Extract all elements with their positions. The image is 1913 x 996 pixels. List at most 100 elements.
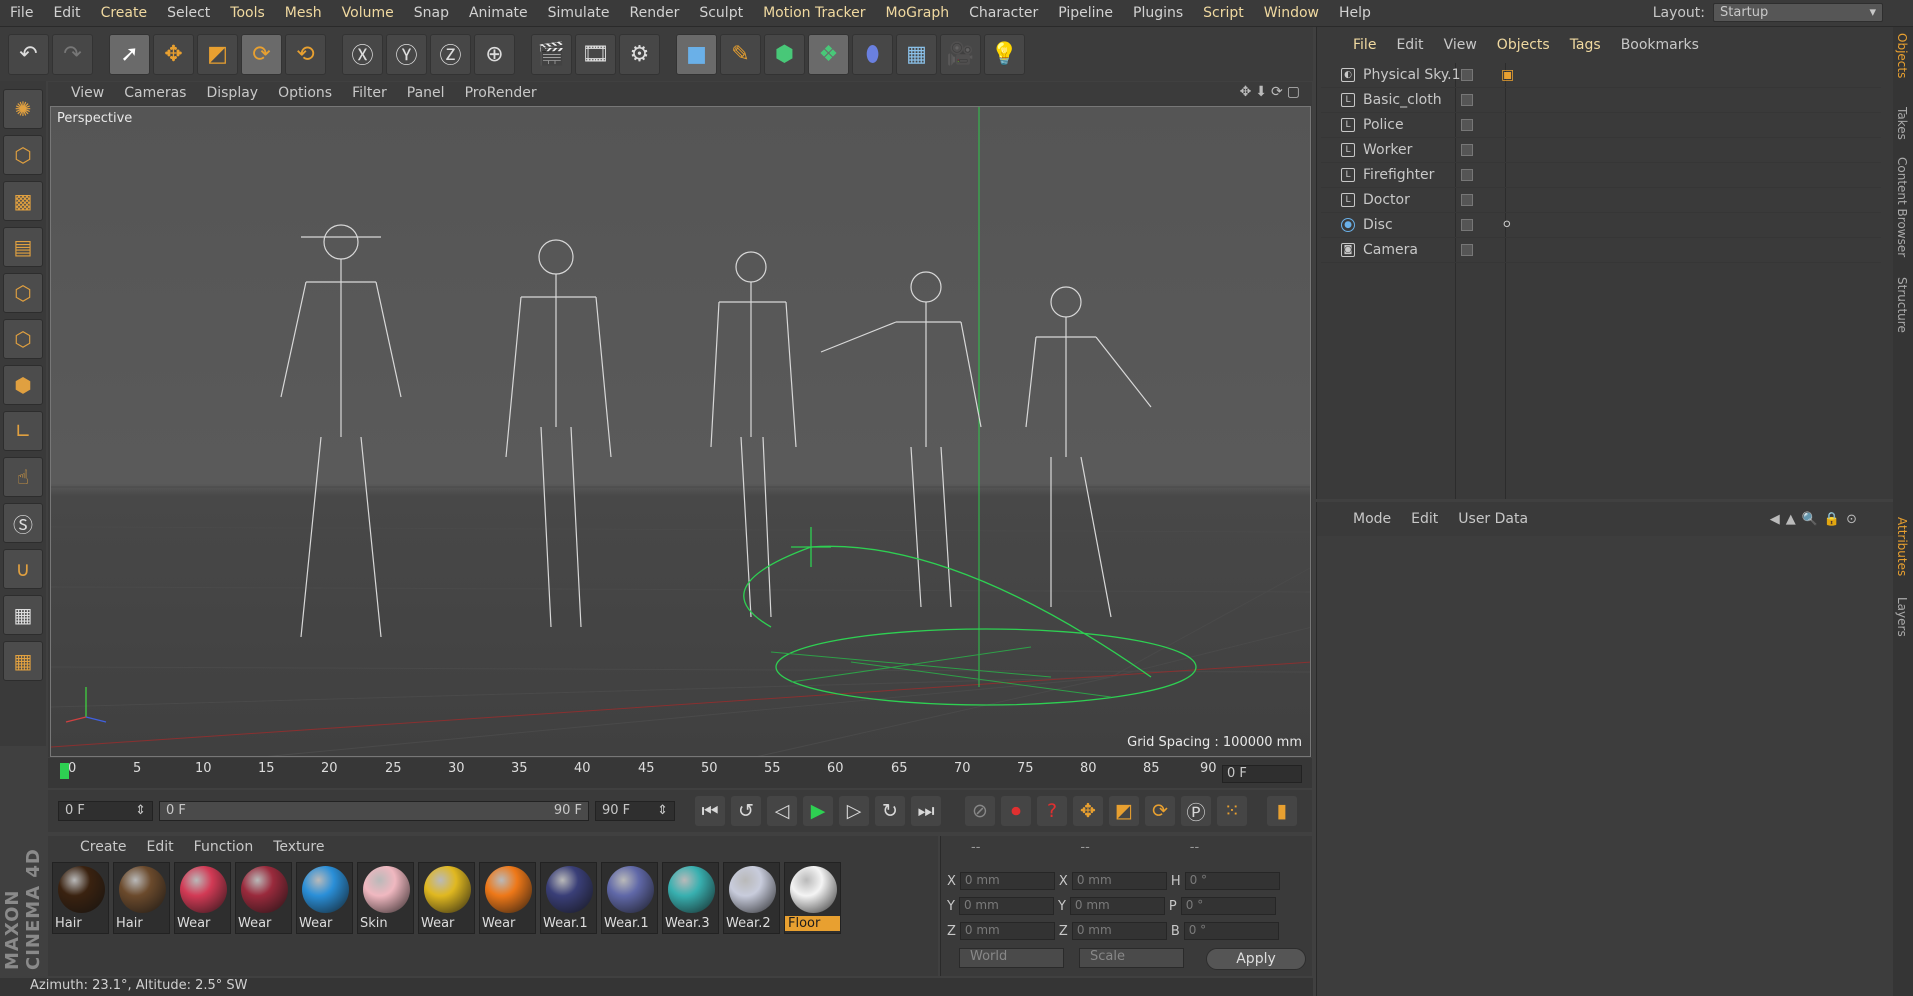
record-active-objects-button[interactable]: ⊘	[965, 796, 995, 826]
layer-toggle[interactable]	[1461, 69, 1473, 81]
objects-menu-view[interactable]: View	[1436, 37, 1485, 53]
menu-mograph[interactable]: MoGraph	[876, 5, 960, 21]
move-button[interactable]: ✥	[153, 33, 194, 75]
object-row-camera[interactable]: ◙ Camera	[1321, 238, 1881, 263]
material-swatch[interactable]: Wear	[296, 862, 353, 934]
layer-toggle[interactable]	[1461, 119, 1473, 131]
material-swatch[interactable]: Wear.1	[540, 862, 597, 934]
object-row-disc[interactable]: ● Disc ⚪	[1321, 213, 1881, 238]
pen-button[interactable]: ✎	[720, 33, 761, 75]
attribute-menu-mode[interactable]: Mode	[1345, 511, 1399, 527]
polygons-mode-button[interactable]: ⬢	[3, 365, 43, 405]
menu-plugins[interactable]: Plugins	[1123, 5, 1193, 21]
viewport-menu-view[interactable]: View	[62, 85, 113, 101]
autokeying-button[interactable]: ⏺	[1001, 796, 1031, 826]
start-frame-field[interactable]: 0 F ⇕	[58, 801, 153, 821]
planar-workplane-button[interactable]: ▦	[3, 641, 43, 681]
keyframe-selection-button[interactable]: ?	[1037, 796, 1067, 826]
layer-toggle[interactable]	[1461, 244, 1473, 256]
menu-select[interactable]: Select	[157, 5, 220, 21]
viewport-menu-display[interactable]: Display	[197, 85, 267, 101]
world-dropdown[interactable]: World	[959, 948, 1064, 968]
frame-range-slider[interactable]: 0 F 90 F	[159, 801, 589, 821]
points-mode-button[interactable]: ⬡	[3, 273, 43, 313]
layer-toggle[interactable]	[1461, 169, 1473, 181]
position-z-field[interactable]: 0 mm	[959, 922, 1055, 940]
key-parameter-button[interactable]: Ⓟ	[1181, 796, 1211, 826]
tweak-button[interactable]: ☝	[3, 457, 43, 497]
current-frame-field[interactable]: 0 F	[1222, 765, 1302, 783]
tab-structure[interactable]: Structure	[1895, 277, 1909, 333]
layer-toggle[interactable]	[1461, 94, 1473, 106]
menu-pipeline[interactable]: Pipeline	[1048, 5, 1123, 21]
enable-axis-button[interactable]: ∟	[3, 411, 43, 451]
size-x-field[interactable]: 0 mm	[1071, 872, 1167, 890]
menu-tools[interactable]: Tools	[220, 5, 275, 21]
tab-layers[interactable]: Layers	[1895, 597, 1909, 637]
layout-dropdown[interactable]: Startup ▾	[1713, 3, 1883, 22]
menu-script[interactable]: Script	[1193, 5, 1254, 21]
layer-toggle[interactable]	[1461, 144, 1473, 156]
viewport-menu-filter[interactable]: Filter	[343, 85, 396, 101]
next-frame-button[interactable]: ▷	[839, 796, 869, 826]
material-swatch[interactable]: Wear.1	[601, 862, 658, 934]
y-axis-button[interactable]: Ⓨ	[386, 33, 427, 75]
menu-volume[interactable]: Volume	[332, 5, 404, 21]
viewport-3d[interactable]: Perspective Grid Spacing : 100000 mm	[50, 106, 1311, 757]
menu-sculpt[interactable]: Sculpt	[689, 5, 753, 21]
material-swatch[interactable]: Skin	[357, 862, 414, 934]
make-editable-button[interactable]: ✺	[3, 89, 43, 129]
attribute-menu-edit[interactable]: Edit	[1403, 511, 1446, 527]
material-swatch[interactable]: Wear	[418, 862, 475, 934]
viewport-menu-prorender[interactable]: ProRender	[456, 85, 546, 101]
material-swatch[interactable]: Wear	[174, 862, 231, 934]
workplane-mode-button[interactable]: ▤	[3, 227, 43, 267]
object-row-basic-cloth[interactable]: L Basic_cloth	[1321, 88, 1881, 113]
size-y-field[interactable]: 0 mm	[1069, 897, 1165, 915]
objects-menu-file[interactable]: File	[1345, 37, 1384, 53]
objects-menu-tags[interactable]: Tags	[1562, 37, 1609, 53]
render-settings-button[interactable]: ⚙	[619, 33, 660, 75]
object-row-physical-sky[interactable]: ◐ Physical Sky.1 ▣	[1321, 63, 1881, 88]
previous-key-button[interactable]: ↺	[731, 796, 761, 826]
rotation-h-field[interactable]: 0 °	[1184, 872, 1280, 890]
texture-mode-button[interactable]: ▩	[3, 181, 43, 221]
go-to-start-button[interactable]: ⏮	[695, 796, 725, 826]
menu-render[interactable]: Render	[620, 5, 690, 21]
timeline-ruler[interactable]: 0 5 10 15 20 25 30 35 40 45 50 55 60 65 …	[48, 758, 1312, 788]
menu-file[interactable]: File	[0, 5, 43, 21]
material-menu-function[interactable]: Function	[186, 839, 262, 855]
viewport-menu-panel[interactable]: Panel	[398, 85, 454, 101]
edges-mode-button[interactable]: ⬡	[3, 319, 43, 359]
tab-content-browser[interactable]: Content Browser	[1895, 157, 1909, 257]
menu-character[interactable]: Character	[959, 5, 1048, 21]
menu-animate[interactable]: Animate	[459, 5, 538, 21]
cube-button[interactable]: ■	[676, 33, 717, 75]
viewport-nav-icons[interactable]: ✥⬇⟳▢	[1240, 84, 1304, 100]
undo-button[interactable]: ↶	[8, 33, 49, 75]
array-button[interactable]: ❖	[808, 33, 849, 75]
redo-button[interactable]: ↷	[52, 33, 93, 75]
end-frame-field[interactable]: 90 F ⇕	[595, 801, 675, 821]
next-key-button[interactable]: ↻	[875, 796, 905, 826]
subdivision-button[interactable]: ⬢	[764, 33, 805, 75]
camera-button[interactable]: 🎥	[940, 33, 981, 75]
live-selection-button[interactable]: ➚	[109, 33, 150, 75]
scale-dropdown[interactable]: Scale	[1079, 948, 1184, 968]
object-row-worker[interactable]: L Worker	[1321, 138, 1881, 163]
menu-help[interactable]: Help	[1329, 5, 1381, 21]
material-swatch[interactable]: Wear.2	[723, 862, 780, 934]
floor-button[interactable]: ▦	[896, 33, 937, 75]
material-swatch[interactable]: Wear.3	[662, 862, 719, 934]
menu-create[interactable]: Create	[91, 5, 158, 21]
size-z-field[interactable]: 0 mm	[1071, 922, 1167, 940]
material-menu-edit[interactable]: Edit	[139, 839, 182, 855]
recent-tool-button[interactable]: ⟲	[285, 33, 326, 75]
rotate-button[interactable]: ⟳	[241, 33, 282, 75]
z-axis-button[interactable]: Ⓩ	[430, 33, 471, 75]
rotation-b-field[interactable]: 0 °	[1183, 922, 1279, 940]
attribute-menu-user-data[interactable]: User Data	[1450, 511, 1536, 527]
objects-menu-bookmarks[interactable]: Bookmarks	[1613, 37, 1707, 53]
key-rotation-button[interactable]: ⟳	[1145, 796, 1175, 826]
material-swatch[interactable]: Hair	[113, 862, 170, 934]
